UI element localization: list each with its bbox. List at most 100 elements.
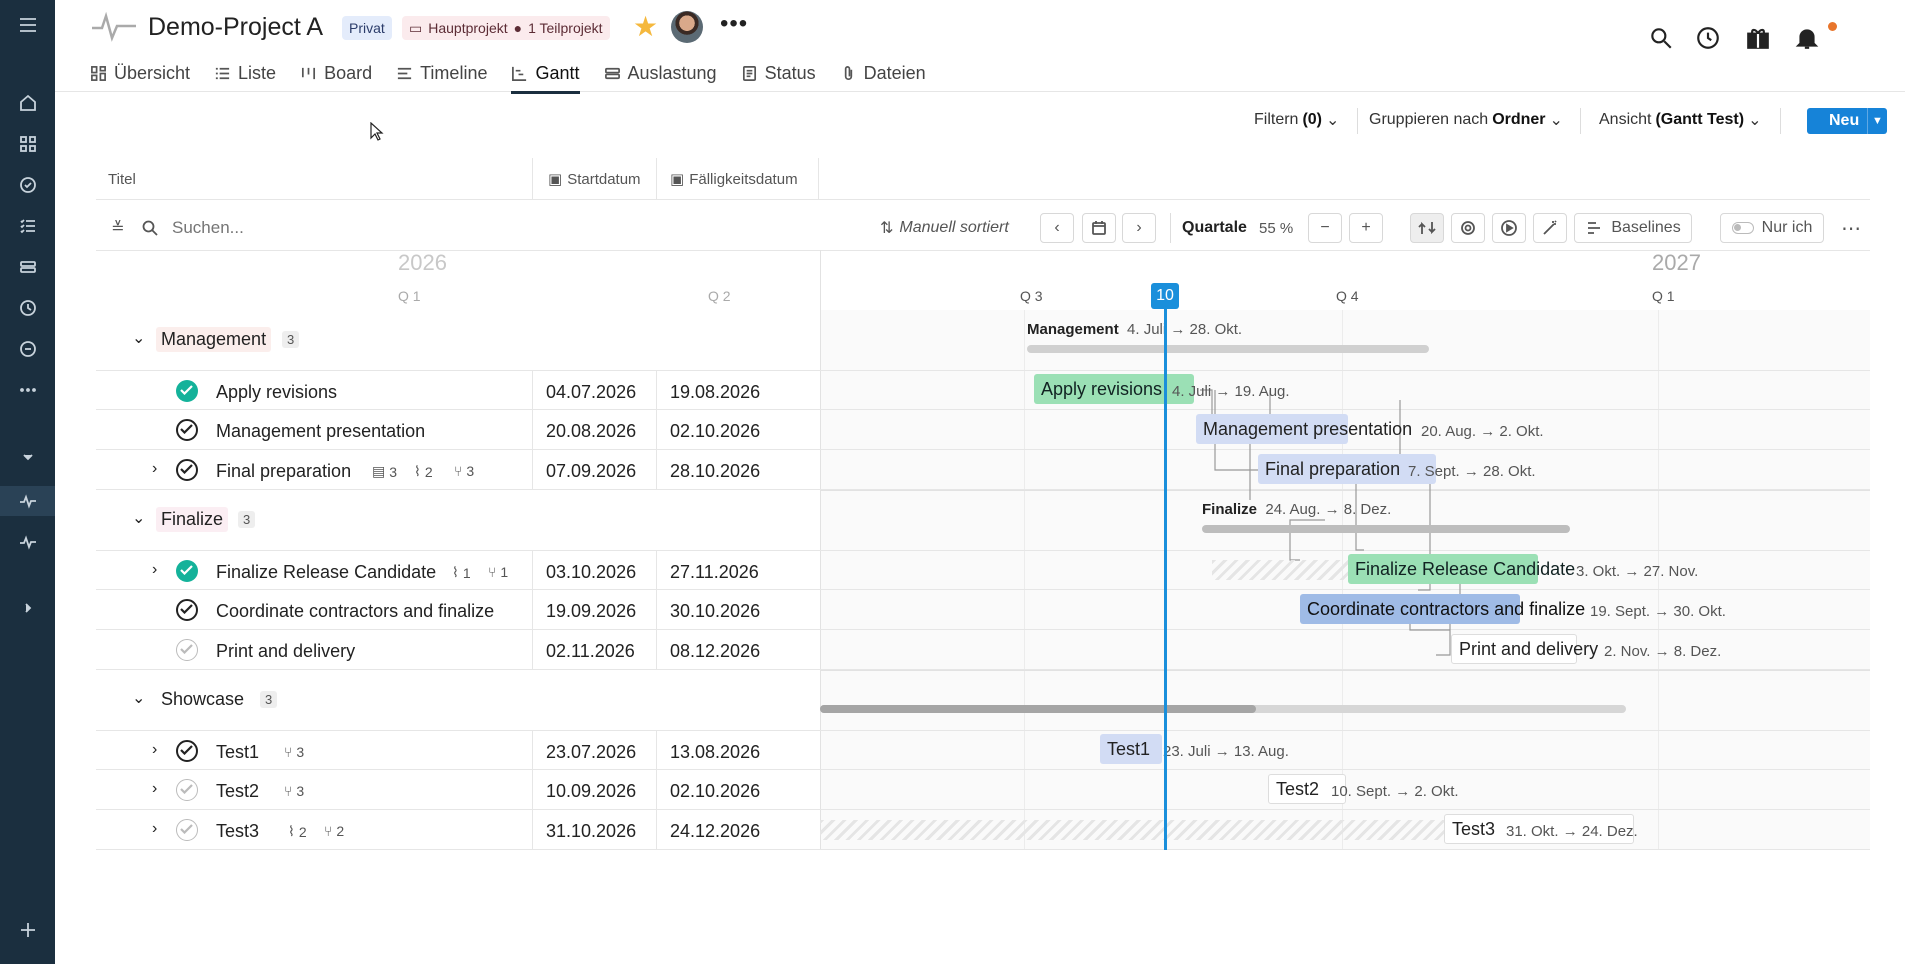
gantt-group-bar[interactable] [1202, 525, 1570, 533]
today-marker[interactable]: 10 [1151, 283, 1179, 309]
owner-avatar[interactable] [671, 11, 703, 43]
sort-button[interactable]: ⇅ Manuell sortiert [880, 213, 1009, 243]
due-date[interactable]: 02.10.2026 [670, 781, 760, 802]
group-label[interactable]: Finalize [156, 507, 229, 532]
group-label[interactable]: Management [156, 327, 272, 352]
auto-schedule-icon[interactable] [1533, 213, 1567, 243]
status-done-icon[interactable] [176, 560, 198, 582]
workload-icon[interactable] [0, 252, 55, 282]
project-pulse-icon-2[interactable] [0, 527, 55, 557]
home-icon[interactable] [0, 88, 55, 118]
start-date[interactable]: 20.08.2026 [546, 421, 636, 442]
chevron-down-icon[interactable]: ▼ [1867, 108, 1887, 134]
status-open-icon[interactable] [176, 639, 198, 661]
chevron-right-icon[interactable]: › [152, 820, 157, 838]
gantt-bar[interactable]: Apply revisions [1034, 374, 1194, 404]
column-start-date[interactable]: ▣ Startdatum [548, 158, 641, 200]
more-options-icon[interactable]: ⋯ [1836, 213, 1866, 243]
clock-icon[interactable] [0, 293, 55, 323]
zoom-out-button[interactable]: − [1308, 213, 1342, 243]
private-badge[interactable]: Privat [342, 16, 392, 40]
filter-button[interactable]: Filtern (0) ⌄ [1254, 110, 1339, 130]
project-pulse-icon[interactable] [0, 486, 55, 516]
attachment-count[interactable]: ⌇ 1 [452, 564, 471, 581]
comment-count[interactable]: ▤ 3 [372, 463, 397, 480]
gantt-bar[interactable]: Test1 [1100, 734, 1162, 764]
search-icon[interactable] [1645, 22, 1677, 54]
chevron-down-icon[interactable]: ⌄ [132, 508, 145, 528]
due-date[interactable]: 28.10.2026 [670, 461, 760, 482]
favorite-star-icon[interactable]: ★ [633, 10, 658, 43]
due-date[interactable]: 24.12.2026 [670, 821, 760, 842]
tab-files[interactable]: Dateien [840, 58, 926, 88]
more-options-icon[interactable]: ••• [720, 10, 748, 38]
critical-path-toggle[interactable] [1451, 213, 1485, 243]
zoom-in-button[interactable]: + [1349, 213, 1383, 243]
subtask-count[interactable]: ⑂ 3 [284, 783, 304, 799]
attachment-count[interactable]: ⌇ 2 [288, 823, 307, 840]
minus-circle-icon[interactable] [0, 334, 55, 364]
task-title[interactable]: Management presentation [216, 421, 425, 442]
search-input[interactable] [172, 215, 472, 241]
add-icon[interactable] [0, 915, 55, 945]
attachment-count[interactable]: ⌇ 2 [414, 463, 433, 480]
chevron-down-icon[interactable]: ⌄ [132, 328, 145, 348]
group-label[interactable]: Showcase [156, 687, 249, 712]
start-date[interactable]: 07.09.2026 [546, 461, 636, 482]
start-date[interactable]: 03.10.2026 [546, 562, 636, 583]
group-by-button[interactable]: Gruppieren nach Ordner ⌄ [1369, 110, 1563, 130]
tab-workload[interactable]: Auslastung [604, 58, 717, 88]
column-due-date[interactable]: ▣ Fälligkeitsdatum [670, 158, 798, 200]
task-title[interactable]: Final preparation [216, 461, 351, 482]
start-date[interactable]: 04.07.2026 [546, 382, 636, 403]
collapse-all-icon[interactable]: ≚ [108, 213, 128, 243]
status-progress-icon[interactable] [176, 419, 198, 441]
menu-icon[interactable] [0, 10, 55, 40]
task-title[interactable]: Print and delivery [216, 641, 355, 662]
chevron-right-icon[interactable]: › [152, 460, 157, 478]
start-date[interactable]: 31.10.2026 [546, 821, 636, 842]
tab-timeline[interactable]: Timeline [396, 58, 487, 88]
status-progress-icon[interactable] [176, 459, 198, 481]
bell-icon[interactable] [1791, 22, 1823, 54]
check-circle-icon[interactable] [0, 170, 55, 200]
tab-overview[interactable]: Übersicht [90, 58, 190, 88]
apps-icon[interactable] [0, 129, 55, 159]
project-title[interactable]: Demo-Project A [148, 13, 323, 42]
task-title[interactable]: Test1 [216, 742, 259, 763]
gantt-bar[interactable]: Coordinate contractors and finalize [1300, 594, 1585, 624]
new-button[interactable]: Neu ▼ [1807, 108, 1887, 134]
next-button[interactable]: › [1122, 213, 1156, 243]
scale-select[interactable]: Quartale [1182, 213, 1247, 243]
start-date[interactable]: 19.09.2026 [546, 601, 636, 622]
status-open-icon[interactable] [176, 819, 198, 841]
baselines-button[interactable]: Baselines [1574, 213, 1692, 243]
due-date[interactable]: 19.08.2026 [670, 382, 760, 403]
only-me-toggle[interactable]: Nur ich [1720, 213, 1824, 243]
due-date[interactable]: 13.08.2026 [670, 742, 760, 763]
chevron-right-icon[interactable]: › [152, 741, 157, 759]
subtask-count[interactable]: ⑂ 3 [284, 744, 304, 760]
task-title[interactable]: Finalize Release Candidate [216, 562, 436, 583]
start-date[interactable]: 02.11.2026 [546, 641, 635, 662]
gantt-group-bar[interactable] [1027, 345, 1429, 353]
due-date[interactable]: 02.10.2026 [670, 421, 760, 442]
tab-list[interactable]: Liste [214, 58, 276, 88]
start-date[interactable]: 23.07.2026 [546, 742, 636, 763]
chevron-right-icon[interactable]: › [152, 561, 157, 579]
due-date[interactable]: 27.11.2026 [670, 562, 759, 583]
task-title[interactable]: Apply revisions [216, 382, 337, 403]
calendar-today-button[interactable] [1082, 213, 1116, 243]
chevron-right-icon[interactable]: › [152, 780, 157, 798]
status-progress-icon[interactable] [176, 599, 198, 621]
view-button[interactable]: Ansicht (Gantt Test) ⌄ [1599, 110, 1761, 130]
tab-status[interactable]: Status [741, 58, 816, 88]
previous-button[interactable]: ‹ [1040, 213, 1074, 243]
more-icon[interactable] [0, 375, 55, 405]
subtask-count[interactable]: ⑂ 2 [324, 823, 344, 839]
due-date[interactable]: 30.10.2026 [670, 601, 760, 622]
main-project-badge[interactable]: ▭ Hauptprojekt ● 1 Teilprojekt [402, 16, 610, 40]
subtask-count[interactable]: ⑂ 3 [454, 463, 474, 479]
subtask-count[interactable]: ⑂ 1 [488, 564, 508, 580]
column-title[interactable]: Titel [108, 158, 136, 200]
